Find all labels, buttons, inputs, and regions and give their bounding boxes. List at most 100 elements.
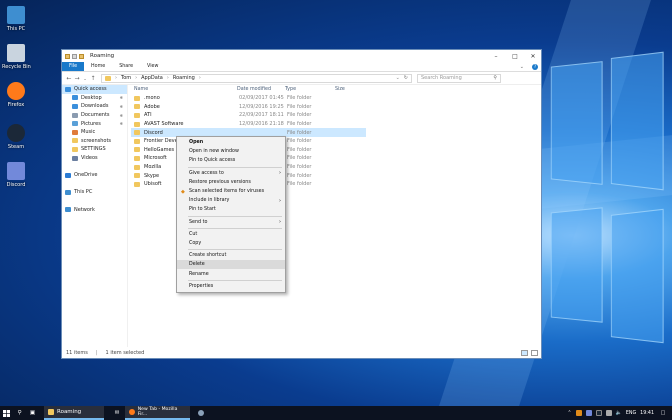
menu-item-pin-to-quick-access[interactable]: Pin to Quick access	[177, 156, 285, 165]
desktop-icon-recycle-bin[interactable]: Recycle Bin	[2, 44, 31, 70]
back-arrow-icon[interactable]: ←	[65, 75, 73, 82]
mail-icon[interactable]: ✉	[111, 406, 123, 420]
desktop-icon-steam[interactable]: Steam	[2, 124, 30, 150]
folder-icon	[72, 138, 78, 144]
help-icon[interactable]: ?	[532, 63, 538, 70]
file-type: File folder	[287, 146, 312, 153]
chevron-up-icon[interactable]: ⌃	[567, 406, 571, 420]
menu-item-rename[interactable]: Rename	[177, 269, 285, 278]
forward-arrow-icon[interactable]: →	[73, 75, 81, 82]
discord-tray-icon[interactable]	[585, 410, 592, 416]
tab-home[interactable]: Home	[84, 62, 112, 71]
nav-item-quick-access[interactable]: Quick access	[62, 85, 127, 94]
task-view-icon[interactable]: ▣	[26, 406, 39, 420]
menu-item-include-in-library[interactable]: Include in library ›	[177, 196, 285, 205]
menu-item-open[interactable]: Open	[177, 138, 285, 147]
menu-item-label: Delete	[189, 262, 205, 268]
minimize-button[interactable]: –	[487, 50, 505, 62]
title-bar[interactable]: Roaming – □ ✕	[62, 50, 541, 62]
refresh-icon[interactable]: ↻	[404, 75, 408, 81]
menu-item-label: Scan selected items for viruses	[189, 189, 265, 195]
column-header-name[interactable]: Name	[131, 87, 237, 92]
breadcrumb-roaming[interactable]: Roaming	[173, 75, 195, 81]
nav-item-screenshots[interactable]: screenshots	[62, 137, 127, 146]
taskbar-app-label: New Tab - Mozilla Fir...	[137, 407, 178, 417]
desktop-icon-firefox[interactable]: Firefox	[2, 82, 30, 108]
desktop-icon-discord[interactable]: Discord	[2, 162, 30, 188]
tab-view[interactable]: View	[140, 62, 165, 71]
menu-item-scan-selected-items-for-viruses[interactable]: ◆ Scan selected items for viruses	[177, 187, 285, 196]
nav-item-this-pc[interactable]: This PC	[62, 188, 127, 197]
large-icons-view-icon[interactable]	[531, 350, 538, 356]
steam-icon[interactable]	[195, 406, 207, 420]
address-bar[interactable]: › Tom › AppData › Roaming › ⌄ ↻	[101, 73, 412, 83]
file-type: File folder	[287, 112, 312, 119]
volume-icon[interactable]: 🔈	[616, 406, 622, 420]
menu-item-create-shortcut[interactable]: Create shortcut	[177, 251, 285, 260]
search-input[interactable]: Search Roaming ⚲	[417, 73, 501, 83]
desktop-icon-this-pc[interactable]: This PC	[2, 6, 30, 32]
tab-share[interactable]: Share	[112, 62, 140, 71]
details-view-icon[interactable]	[521, 350, 528, 356]
menu-item-give-access-to[interactable]: Give access to ›	[177, 169, 285, 178]
recent-locations-icon[interactable]: ⌄	[81, 76, 89, 81]
breadcrumb-appdata[interactable]: AppData	[141, 75, 163, 81]
breadcrumb-tom[interactable]: Tom	[121, 75, 131, 81]
nav-item-network[interactable]: Network	[62, 205, 127, 214]
file-row[interactable]: .mono 02/09/2017 01:45 File folder	[131, 94, 541, 103]
menu-item-pin-to-start[interactable]: Pin to Start	[177, 205, 285, 214]
menu-item-restore-previous-versions[interactable]: Restore previous versions	[177, 178, 285, 187]
avast-icon: ◆	[181, 188, 185, 195]
steam-tray-icon[interactable]	[595, 410, 602, 416]
up-arrow-icon[interactable]: ↑	[89, 75, 97, 82]
chevron-down-icon[interactable]: ⌄	[396, 75, 400, 81]
language-indicator[interactable]: ENG	[626, 406, 636, 420]
taskbar-app-firefox[interactable]: New Tab - Mozilla Fir...	[125, 406, 190, 420]
nav-item-onedrive[interactable]: OneDrive	[62, 171, 127, 180]
star-icon	[65, 86, 71, 92]
nav-item-desktop[interactable]: Desktop ✱	[62, 94, 127, 103]
close-button[interactable]: ✕	[524, 50, 542, 62]
search-icon[interactable]: ⚲	[13, 406, 26, 420]
avast-tray-icon[interactable]	[575, 410, 582, 416]
menu-separator	[188, 227, 282, 229]
properties-icon[interactable]	[72, 53, 77, 59]
maximize-button[interactable]: □	[506, 50, 524, 62]
clock[interactable]: 19:41	[640, 406, 654, 420]
column-header-date[interactable]: Date modified	[237, 87, 285, 92]
file-date: 22/09/2017 18:11	[239, 112, 284, 119]
nav-item-pictures[interactable]: Pictures ✱	[62, 119, 127, 128]
nav-item-videos[interactable]: Videos	[62, 154, 127, 163]
quick-access-toolbar-icon[interactable]	[65, 53, 70, 59]
start-button[interactable]	[0, 406, 13, 420]
file-row[interactable]: ATI 22/09/2017 18:11 File folder	[131, 111, 541, 120]
notifications-icon[interactable]: □	[658, 406, 668, 420]
column-header-type[interactable]: Type	[285, 87, 335, 92]
new-folder-icon[interactable]	[79, 53, 84, 59]
column-header-size[interactable]: Size	[335, 87, 375, 92]
menu-item-open-in-new-window[interactable]: Open in new window	[177, 147, 285, 156]
nav-item-downloads[interactable]: Downloads ✱	[62, 102, 127, 111]
nav-item-settings[interactable]: SETTINGS	[62, 145, 127, 154]
file-name: AVAST Software	[144, 121, 184, 128]
nav-item-music[interactable]: Music	[62, 128, 127, 137]
file-row[interactable]: AVAST Software 12/09/2016 21:18 File folde…	[131, 120, 541, 129]
file-row[interactable]: Adobe 12/09/2016 19:25 File folder	[131, 103, 541, 112]
menu-item-cut[interactable]: Cut	[177, 230, 285, 239]
nav-item-documents[interactable]: Documents ✱	[62, 111, 127, 120]
folder-icon	[134, 130, 140, 136]
nav-item-label: Downloads	[81, 103, 109, 110]
menu-item-delete[interactable]: Delete	[177, 260, 285, 270]
menu-item-send-to[interactable]: Send to ›	[177, 218, 285, 227]
breadcrumb-separator: ›	[198, 75, 201, 81]
status-divider: |	[95, 350, 98, 356]
expand-ribbon-icon[interactable]: ⌄	[520, 62, 524, 71]
tab-file[interactable]: File	[62, 62, 85, 71]
menu-item-copy[interactable]: Copy	[177, 239, 285, 248]
network-tray-icon[interactable]	[605, 410, 612, 416]
wallpaper-window-pane	[550, 207, 603, 323]
menu-item-properties[interactable]: Properties	[177, 282, 285, 291]
desktop-icon-label: Steam	[7, 144, 25, 150]
taskbar-app-roaming[interactable]: Roaming	[44, 406, 104, 420]
